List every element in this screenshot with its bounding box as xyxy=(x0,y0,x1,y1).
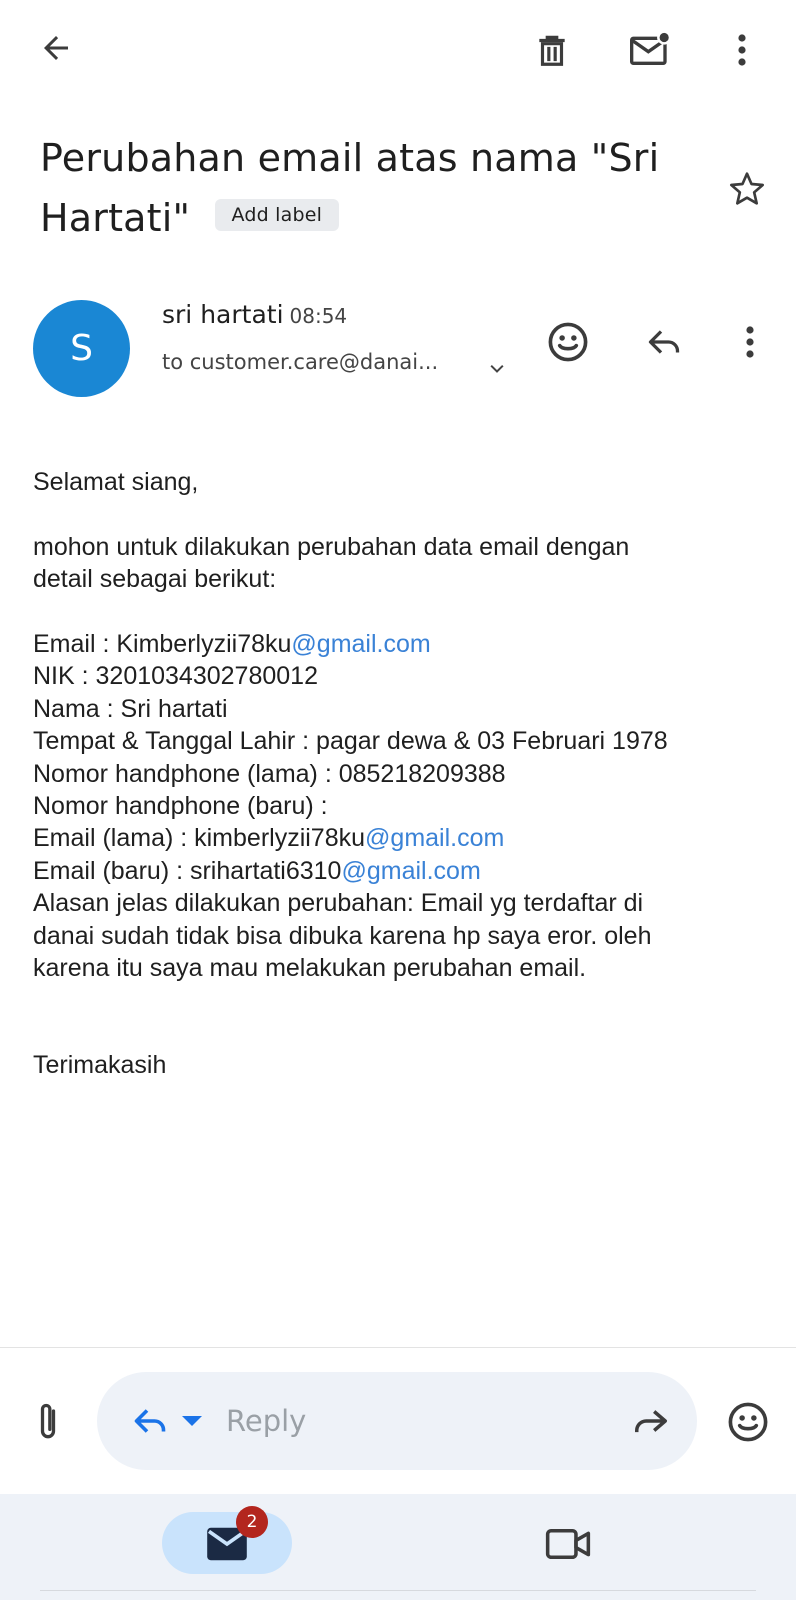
body-line: NIK : 3201034302780012 xyxy=(33,662,318,691)
body-line: Nama : Sri hartati xyxy=(33,694,228,723)
email-link[interactable]: @gmail.com xyxy=(341,857,480,885)
message-time: 08:54 xyxy=(289,304,348,328)
reply-icon xyxy=(648,330,680,354)
more-options-button[interactable] xyxy=(718,24,766,76)
more-vert-icon xyxy=(738,34,746,66)
body-line: Nomor handphone (baru) : xyxy=(33,792,328,821)
body-line: Email : Kimberlyzii78ku@gmail.com xyxy=(33,628,773,660)
chevron-down-icon xyxy=(490,364,504,373)
body-line: Email (lama) : kimberlyzii78ku@gmail.com xyxy=(33,822,773,854)
email-text: Email (lama) : kimberlyzii78ku xyxy=(33,824,366,853)
reply-icon xyxy=(134,1409,166,1433)
body-line: Email (baru) : srihartati6310@gmail.com xyxy=(33,855,773,887)
star-outline-icon xyxy=(730,172,764,205)
email-subject: Perubahan email atas nama "Sri Hartati" … xyxy=(40,128,680,248)
reply-mode-button[interactable] xyxy=(120,1396,212,1446)
body-line: mohon untuk dilakukan perubahan data ema… xyxy=(33,532,630,561)
subject-title: Perubahan email atas nama "Sri Hartati" xyxy=(40,136,660,240)
nav-meet-tab[interactable] xyxy=(540,1522,596,1566)
star-button[interactable] xyxy=(722,164,772,214)
recipient-line[interactable]: to customer.care@danai... xyxy=(162,350,472,374)
email-link[interactable]: @gmail.com xyxy=(365,824,504,852)
email-text: Email (baru) : srihartati6310 xyxy=(33,856,342,885)
body-line: Selamat siang, xyxy=(33,468,199,496)
react-button[interactable] xyxy=(540,314,596,370)
bottom-navigation xyxy=(0,1494,796,1600)
compose-emoji-button[interactable] xyxy=(722,1396,774,1448)
add-label-chip[interactable]: Add label xyxy=(214,198,340,231)
forward-icon xyxy=(635,1410,667,1433)
forward-button[interactable] xyxy=(626,1398,676,1444)
attach-button[interactable] xyxy=(24,1396,72,1448)
emoji-icon xyxy=(728,1402,768,1442)
message-more-button[interactable] xyxy=(726,316,774,368)
caret-down-icon xyxy=(182,1416,202,1426)
sender-avatar[interactable]: S xyxy=(33,300,130,397)
expand-details-button[interactable] xyxy=(482,354,512,384)
email-link[interactable]: @gmail.com xyxy=(291,630,430,658)
email-text: Email : Kimberlyzii78ku xyxy=(33,630,292,659)
body-line: detail sebagai berikut: xyxy=(33,565,277,594)
body-line: Terimakasih xyxy=(33,1051,167,1080)
sender-line: sri hartati 08:54 xyxy=(162,300,347,329)
message-body: Selamat siang, mohon untuk dilakukan per… xyxy=(33,466,773,1082)
body-line: Tempat & Tanggal Lahir : pagar dewa & 03… xyxy=(33,727,668,756)
body-line: karena itu saya mau melakukan perubahan … xyxy=(33,954,587,983)
delete-button[interactable] xyxy=(526,24,578,76)
reply-message-button[interactable] xyxy=(636,316,692,368)
gesture-divider xyxy=(40,1590,756,1591)
back-button[interactable] xyxy=(30,22,82,74)
body-line: danai sudah tidak bisa dibuka karena hp … xyxy=(33,921,652,950)
trash-icon xyxy=(539,35,565,66)
body-line: Alasan jelas dilakukan perubahan: Email … xyxy=(33,889,644,918)
reply-input[interactable]: Reply xyxy=(226,1404,306,1438)
divider xyxy=(0,1347,796,1348)
emoji-icon xyxy=(548,322,588,362)
unread-count-badge: 2 xyxy=(236,1506,268,1538)
body-line: Nomor handphone (lama) : 085218209388 xyxy=(33,759,506,788)
mark-unread-button[interactable] xyxy=(622,24,678,76)
paperclip-icon xyxy=(40,1403,56,1439)
more-vert-icon xyxy=(746,326,754,358)
video-camera-icon xyxy=(545,1528,591,1560)
mail-unread-icon xyxy=(630,30,672,65)
arrow-left-icon xyxy=(44,36,68,60)
sender-name: sri hartati xyxy=(162,300,284,329)
